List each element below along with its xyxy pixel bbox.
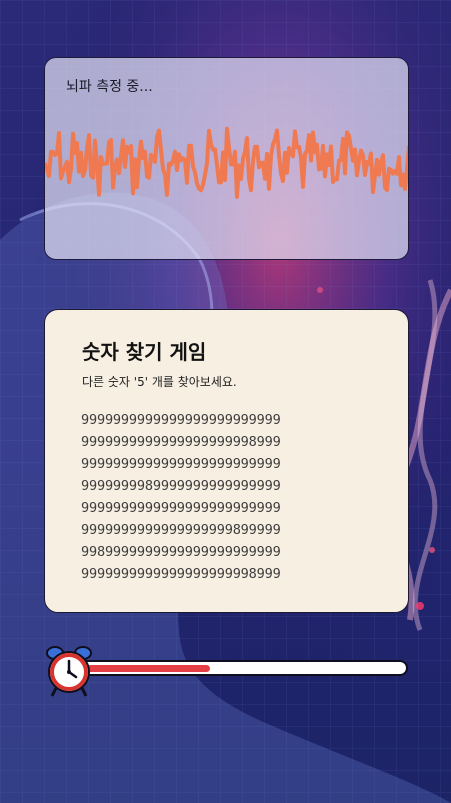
number-grid-row[interactable]: 9999999989999999999999999 [81,475,381,497]
alarm-clock-icon [46,646,92,697]
number-grid-row[interactable]: 9999999999999999999998999 [81,431,381,453]
number-grid-row[interactable]: 9999999999999999999998999 [81,563,381,585]
eeg-panel: 뇌파 측정 중... [44,57,409,260]
timer-track [74,660,408,676]
number-grid-row[interactable]: 9999999999999999999999999 [81,497,381,519]
number-grid-row[interactable]: 9999999999999999999999999 [81,409,381,431]
timer-bar [44,640,412,700]
game-instruction: 다른 숫자 '5' 개를 찾아보세요. [82,375,237,389]
eeg-status-label: 뇌파 측정 중... [66,79,153,95]
eeg-waveform [45,126,408,199]
number-grid-row[interactable]: 9999999999999999999899999 [81,519,381,541]
game-title: 숫자 찾기 게임 [82,340,207,364]
number-grid-row[interactable]: 9999999999999999999999999 [81,453,381,475]
number-game-card: 숫자 찾기 게임 다른 숫자 '5' 개를 찾아보세요. 99999999999… [44,309,409,613]
number-grid-row[interactable]: 9989999999999999999999999 [81,541,381,563]
timer-fill [79,665,211,672]
number-grid[interactable]: 9999999999999999999999999 999999999999999… [81,409,381,585]
